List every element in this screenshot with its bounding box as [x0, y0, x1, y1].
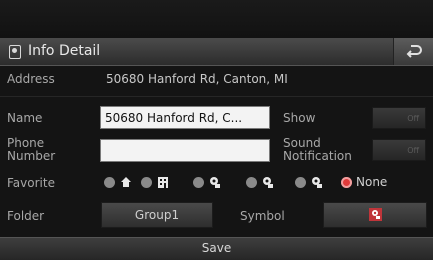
symbol-button[interactable] — [323, 202, 427, 228]
favorite-option-3[interactable] — [295, 173, 323, 191]
radio-button[interactable] — [246, 176, 257, 188]
radio-button[interactable] — [193, 176, 204, 188]
folder-label: Folder — [7, 209, 45, 223]
building-icon — [158, 176, 168, 188]
show-label: Show — [283, 111, 316, 125]
favorite-3-icon — [312, 176, 322, 188]
sound-notification-toggle[interactable]: Off — [372, 139, 426, 161]
folder-button[interactable]: Group1 — [101, 202, 213, 228]
page-title: Info Detail — [28, 43, 101, 59]
radio-button-selected[interactable] — [341, 176, 352, 188]
sound-notification-label: Sound Notification — [283, 137, 352, 163]
favorite-label: Favorite — [7, 176, 55, 190]
symbol-pin-icon — [372, 210, 380, 219]
back-button[interactable] — [393, 38, 433, 65]
favorite-option-home[interactable] — [104, 173, 132, 191]
status-bar — [0, 0, 433, 38]
favorite-2-icon — [263, 176, 273, 188]
favorite-option-2[interactable] — [246, 173, 274, 191]
sound-label-line2: Notification — [283, 149, 352, 163]
phone-label-line2: Number — [7, 149, 56, 163]
phone-label: Phone Number — [7, 137, 55, 163]
favorite-option-1[interactable] — [193, 173, 221, 191]
symbol-swatch — [369, 208, 382, 221]
name-label: Name — [7, 111, 43, 125]
favorite-option-none[interactable]: None — [341, 173, 387, 191]
none-label: None — [356, 175, 388, 189]
radio-button[interactable] — [295, 176, 306, 188]
address-label: Address — [7, 72, 55, 86]
phone-number-field[interactable] — [100, 139, 270, 162]
favorite-option-building[interactable] — [141, 173, 169, 191]
save-button[interactable]: Save — [0, 237, 433, 260]
back-arrow-icon — [406, 45, 422, 58]
show-toggle[interactable]: Off — [372, 107, 426, 129]
divider — [0, 96, 433, 97]
symbol-label: Symbol — [240, 209, 285, 223]
address-value: 50680 Hanford Rd, Canton, MI — [106, 72, 288, 86]
info-detail-icon — [9, 45, 21, 59]
name-field[interactable]: 50680 Hanford Rd, C... — [100, 106, 270, 129]
radio-button[interactable] — [141, 176, 152, 188]
favorite-1-icon — [210, 176, 220, 188]
radio-button[interactable] — [104, 176, 115, 188]
home-icon — [121, 177, 131, 187]
